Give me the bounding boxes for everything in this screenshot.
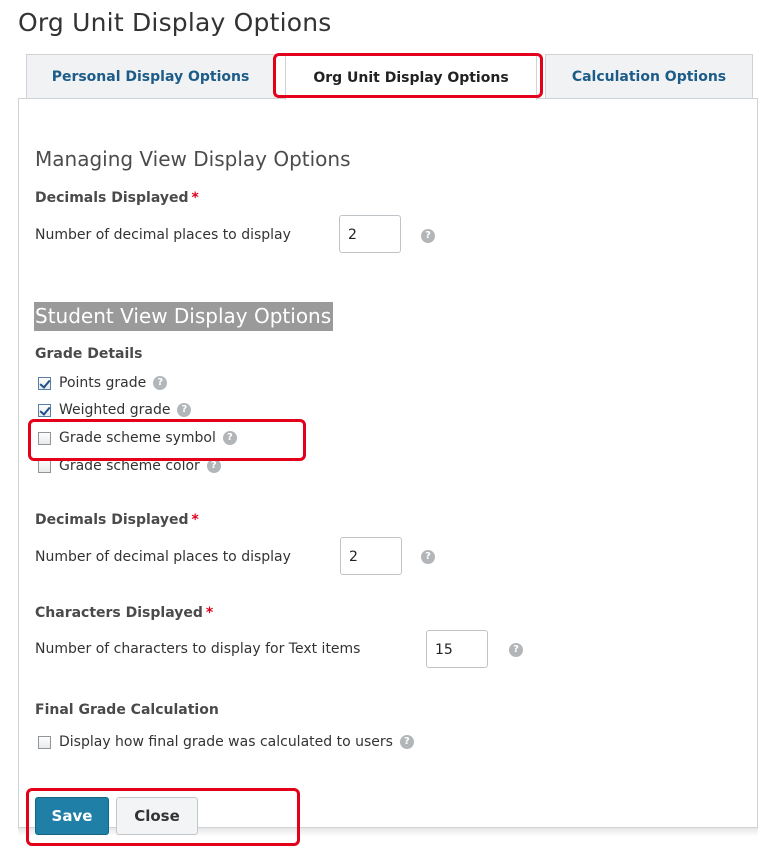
help-icon[interactable]: ? (421, 550, 435, 564)
checkbox-label: Points grade (59, 375, 147, 391)
managing-decimals-text: Number of decimal places to display (35, 227, 291, 243)
managing-decimals-label: Decimals Displayed * (35, 190, 199, 206)
required-marker: * (191, 512, 199, 528)
help-icon[interactable]: ? (399, 735, 414, 749)
checkbox-unchecked-icon[interactable] (38, 735, 51, 749)
help-icon[interactable]: ? (153, 376, 168, 390)
save-button[interactable]: Save (35, 797, 109, 835)
characters-displayed-label: Characters Displayed * (35, 605, 214, 621)
checkbox-row-display-final-grade[interactable]: Display how final grade was calculated t… (38, 733, 414, 751)
page-title: Org Unit Display Options (18, 8, 332, 37)
student-decimals-input[interactable]: 2 (340, 537, 402, 575)
help-icon[interactable]: ? (222, 431, 237, 445)
managing-decimals-input[interactable]: 2 (339, 215, 401, 253)
tab-calculation-options[interactable]: Calculation Options (545, 54, 753, 98)
help-icon[interactable]: ? (509, 643, 523, 657)
characters-input[interactable]: 15 (426, 630, 488, 668)
final-grade-calculation-label: Final Grade Calculation (35, 702, 219, 718)
checkbox-row-grade-scheme-symbol[interactable]: Grade scheme symbol ? (38, 429, 237, 447)
checkbox-label: Weighted grade (59, 402, 171, 418)
required-marker: * (191, 190, 199, 206)
checkbox-checked-icon[interactable] (38, 403, 51, 417)
checkbox-unchecked-icon[interactable] (38, 431, 51, 445)
checkbox-label: Display how final grade was calculated t… (59, 734, 393, 750)
tab-personal-display-options[interactable]: Personal Display Options (26, 54, 275, 98)
checkbox-label: Grade scheme color (59, 458, 200, 474)
characters-text: Number of characters to display for Text… (35, 641, 361, 657)
checkbox-label: Grade scheme symbol (59, 430, 216, 446)
help-icon[interactable]: ? (421, 229, 435, 243)
checkbox-unchecked-icon[interactable] (38, 459, 51, 473)
close-button[interactable]: Close (116, 797, 198, 835)
grade-details-label: Grade Details (35, 346, 143, 362)
checkbox-row-points-grade[interactable]: Points grade ? (38, 374, 168, 392)
checkbox-row-grade-scheme-color[interactable]: Grade scheme color ? (38, 457, 221, 475)
required-marker: * (205, 605, 214, 621)
managing-view-heading: Managing View Display Options (35, 147, 351, 171)
help-icon[interactable]: ? (206, 459, 221, 473)
checkbox-checked-icon[interactable] (38, 376, 51, 390)
checkbox-row-weighted-grade[interactable]: Weighted grade ? (38, 401, 192, 419)
student-decimals-label: Decimals Displayed * (35, 512, 199, 528)
student-decimals-text: Number of decimal places to display (35, 549, 291, 565)
tab-org-unit-display-options[interactable]: Org Unit Display Options (285, 54, 537, 100)
help-icon[interactable]: ? (177, 403, 192, 417)
student-view-heading: Student View Display Options (34, 302, 334, 331)
